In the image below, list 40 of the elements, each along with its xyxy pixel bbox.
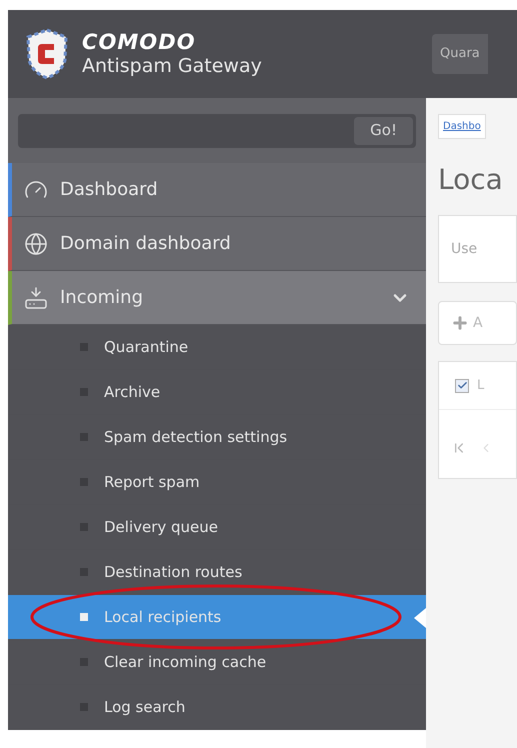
plus-icon <box>451 314 469 332</box>
breadcrumb-link[interactable]: Dashbo <box>438 114 486 139</box>
submenu-label: Archive <box>104 382 160 403</box>
globe-icon <box>24 232 48 256</box>
menu-item[interactable]: Incoming <box>8 271 426 325</box>
checkbox[interactable] <box>455 378 469 392</box>
brand-name: COMODO <box>82 30 197 54</box>
column-header: L <box>477 376 484 395</box>
shield-logo-icon <box>24 28 70 80</box>
submenu-item[interactable]: Local recipients <box>8 595 426 640</box>
go-button[interactable]: Go! <box>354 116 413 144</box>
page-title: Loca <box>438 162 504 198</box>
submenu-label: Destination routes <box>104 562 242 583</box>
submenu-item[interactable]: Archive <box>8 370 426 415</box>
submenu-label: Clear incoming cache <box>104 652 266 673</box>
menu-item[interactable]: Dashboard <box>8 163 426 217</box>
bullet-icon <box>80 613 88 621</box>
submenu-item[interactable]: Destination routes <box>8 550 426 595</box>
submenu-item[interactable]: Spam detection settings <box>8 415 426 460</box>
quarantine-tab-button[interactable]: Quara <box>432 34 488 74</box>
info-text: Use <box>451 240 478 258</box>
submenu-label: Delivery queue <box>104 516 218 538</box>
submenu-item[interactable]: Log search <box>8 685 426 730</box>
submenu-item[interactable]: Delivery queue <box>8 505 426 550</box>
product-name: Antispam Gateway <box>82 54 262 78</box>
tray-download-icon <box>24 286 48 310</box>
menu-label: Dashboard <box>60 178 159 202</box>
menu-label: Incoming <box>60 286 144 310</box>
check-icon <box>456 380 468 391</box>
submenu-item[interactable]: Quarantine <box>8 325 426 370</box>
submenu-label: Report spam <box>104 472 200 493</box>
menu-label: Domain dashboard <box>60 232 232 256</box>
submenu-label: Quarantine <box>104 336 188 358</box>
submenu-item[interactable]: Report spam <box>8 460 426 505</box>
menu-item[interactable]: Domain dashboard <box>8 217 426 271</box>
search-field[interactable]: Go! <box>18 114 416 148</box>
submenu-item[interactable]: Clear incoming cache <box>8 640 426 685</box>
submenu-label: Local recipients <box>104 606 222 628</box>
submenu-label: Spam detection settings <box>104 426 288 448</box>
submenu-label: Log search <box>104 696 186 718</box>
